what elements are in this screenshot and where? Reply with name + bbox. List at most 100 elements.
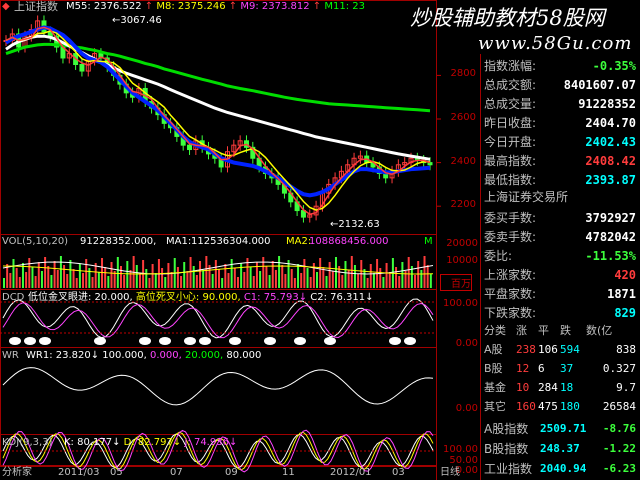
volume-bar <box>34 276 37 288</box>
vol-unit: 百万 <box>440 274 472 291</box>
volume-bar <box>407 257 410 288</box>
volume-bar <box>221 278 224 288</box>
dcd-legend: 低位金叉眼进: 20.000, 高位死叉小心: 90.000, C1: 75.7… <box>28 292 374 304</box>
dcd-tick-1: 100.00 <box>443 298 478 309</box>
volume-bar <box>398 276 401 288</box>
dcd-items-item: 高位死叉小心: 90.000, <box>135 292 244 303</box>
volume-bar <box>180 276 183 288</box>
vol-value: 91228352.000, <box>80 236 157 247</box>
ma-legend-item: M55: 2376.522 <box>66 1 145 12</box>
volume-bar <box>284 274 287 288</box>
volume-bar <box>306 268 309 288</box>
volume-bar <box>202 270 205 288</box>
stat-row: 最低指数: 2393.87 <box>482 171 640 190</box>
volume-bar <box>148 278 151 288</box>
index-title: 上证指数 <box>14 0 58 13</box>
volume-bar <box>18 277 21 288</box>
index-name: 工业指数 <box>484 462 533 476</box>
index-row[interactable]: B股指数 248.37 -1.22 <box>0 440 640 458</box>
volume-bar <box>110 262 113 288</box>
volume-bar <box>72 269 75 288</box>
volume-bar <box>353 265 356 288</box>
stat-value: -11.53% <box>585 249 636 263</box>
volume-bar <box>420 270 423 288</box>
stat-value: 420 <box>614 268 636 282</box>
stat-row: 委卖手数: 4782042 <box>482 228 640 247</box>
stat-value: 2393.87 <box>585 173 636 187</box>
table-cell: 基金 <box>484 381 506 394</box>
volume-bar <box>50 275 53 288</box>
volume-bar <box>82 273 85 288</box>
stat-label: 委买手数: <box>484 211 537 225</box>
volume-bar <box>227 273 230 288</box>
index-name: A股指数 <box>484 422 529 436</box>
volume-bar <box>328 262 331 288</box>
table-cell: 838 <box>616 343 636 356</box>
table-row: 基金 10 284 18 9.7 <box>0 379 640 397</box>
stat-value: 2404.70 <box>585 116 636 130</box>
volume-bar <box>69 260 72 288</box>
volume-bar <box>126 261 129 288</box>
volume-bar <box>104 267 107 288</box>
table-header: 分类 <box>484 324 506 337</box>
stat-row: 昨日收盘: 2404.70 <box>482 114 640 133</box>
volume-bar <box>218 269 220 288</box>
stat-value: 8401607.07 <box>563 78 636 92</box>
index-name: B股指数 <box>484 442 529 456</box>
volume-bar <box>414 275 417 288</box>
volume-bar <box>341 275 344 288</box>
volume-bar <box>429 274 432 288</box>
index-row[interactable]: 工业指数 2040.94 -6.23 <box>0 460 640 478</box>
volume-bar <box>12 259 15 288</box>
stat-label: 平盘家数: <box>484 287 537 301</box>
volume-bar <box>309 277 312 288</box>
up-arrow-icon: ↑ <box>144 1 157 12</box>
ma-legend-item: M8: 2375.246 <box>156 1 229 12</box>
table-cell: 284 <box>538 381 558 394</box>
volume-bar <box>350 256 353 288</box>
volume-bar <box>265 266 268 288</box>
vol-ma2-value: 108868456.000 <box>309 236 389 247</box>
volume-bar <box>31 267 34 288</box>
high-marker-value: 3067.46 <box>120 15 162 26</box>
candle-body <box>79 64 85 72</box>
volume-bar <box>259 271 262 288</box>
volume-bar <box>119 266 122 288</box>
stat-row: 今日开盘: 2402.43 <box>482 133 640 152</box>
volume-bar <box>28 258 31 288</box>
index-value: 2509.71 <box>540 422 587 435</box>
volume-bar <box>297 264 300 288</box>
volume-bar <box>37 262 40 288</box>
volume-bar <box>25 272 28 288</box>
index-change: -8.76 <box>602 422 636 435</box>
stat-label: 总成交量: <box>484 97 537 111</box>
stat-row: 总成交额: 8401607.07 <box>482 76 640 95</box>
volume-bar <box>176 267 179 288</box>
index-row[interactable]: A股指数 2509.71 -8.76 <box>0 420 640 438</box>
volume-bar <box>357 274 360 288</box>
volume-bar <box>316 272 319 288</box>
table-cell: 106 <box>538 343 558 356</box>
volume-bar <box>303 259 306 288</box>
volume-bar <box>252 276 255 288</box>
stat-label: 最高指数: <box>484 154 537 168</box>
vol-tick-1: 20000 <box>446 238 478 249</box>
volume-bar <box>417 261 420 288</box>
index-value: 248.37 <box>540 442 580 455</box>
stat-label: 昨日收盘: <box>484 116 537 130</box>
volume-bar <box>66 274 69 288</box>
stat-row: 总成交量: 91228352 <box>482 95 640 114</box>
volume-bar <box>249 267 252 288</box>
low-marker: ←2132.63 <box>330 219 380 230</box>
volume-bar <box>211 274 214 288</box>
table-cell: A股 <box>484 343 503 356</box>
volume-bar <box>138 274 141 288</box>
volume-bar <box>53 261 56 288</box>
table-cell: 0.327 <box>602 362 636 375</box>
stat-row: 平盘家数: 1871 <box>482 285 640 304</box>
volume-bar <box>236 277 239 288</box>
volume-bar <box>129 270 132 288</box>
index-change: -1.22 <box>602 442 636 455</box>
volume-bar <box>164 277 167 288</box>
volume-bar <box>372 273 375 288</box>
